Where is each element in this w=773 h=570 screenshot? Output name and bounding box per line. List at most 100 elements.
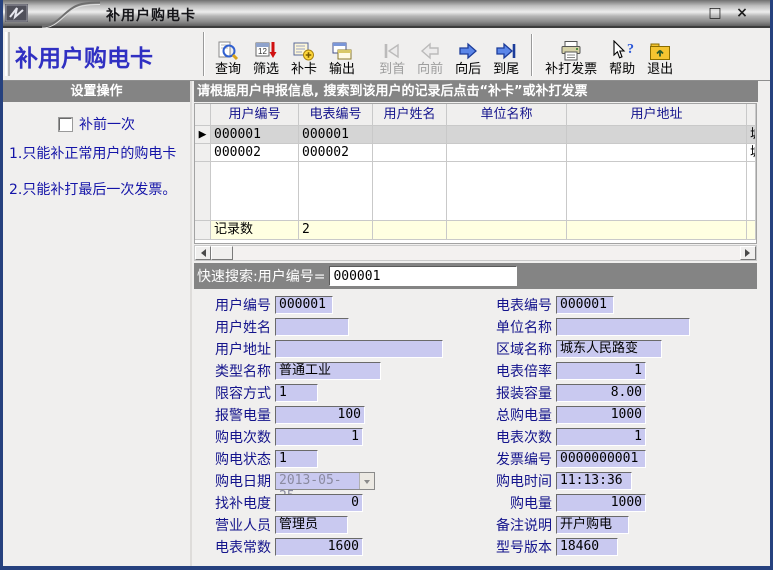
scroll-right-button[interactable] [740,246,756,260]
user-name-field[interactable] [275,318,349,336]
quick-search-input[interactable] [329,266,517,286]
form-row-meter-constant: 电表常数1600 [194,538,443,556]
table-cell: 000001 [211,126,299,144]
reprint-invoice-button[interactable]: 补打发票 [541,32,601,78]
purchase-time-field[interactable]: 11:13:36 [556,472,632,490]
form-row-purchase-date: 购电日期2013-05-25 [194,472,443,490]
maximize-button[interactable]: □ [704,4,726,22]
table-cell [567,144,747,162]
toolbar-button-label: 到首 [379,62,405,77]
purchase-count-field[interactable]: 1 [275,428,363,446]
exit-button[interactable]: 退出 [643,32,677,78]
toolbar: 补用户购电卡 查询12筛选补卡输出 到首向前向后到尾 补打发票 ?帮助退出 [3,28,770,81]
chevron-down-icon [364,480,370,487]
unit-name-field[interactable] [556,318,690,336]
user-address-field[interactable] [275,340,443,358]
table-row[interactable]: ▶000001000001城 [195,126,756,144]
total-purchased-label: 总购电量 [475,405,556,425]
model-version-field[interactable]: 18460 [556,538,618,556]
table-cell: 000002 [211,144,299,162]
content: 设置操作 补前一次 1.只能补正常用户的购电卡2.只能补打最后一次发票。 请根据… [3,81,770,566]
purchase-status-field[interactable]: 1 [275,450,318,468]
purchase-amount-field[interactable]: 1000 [556,494,646,512]
sidebar-note: 2.只能补打最后一次发票。 [9,179,176,199]
quick-search-label: 快速搜索:用户编号= [194,266,325,286]
type-name-field[interactable]: 普通工业 [275,362,381,380]
form-row-user-id: 用户编号000001 [194,296,443,314]
form-row-user-name: 用户姓名 [194,318,443,336]
go-next-button[interactable]: 向后 [451,32,485,78]
help-icon: ? [610,40,634,62]
sidebar: 设置操作 补前一次 1.只能补正常用户的购电卡2.只能补打最后一次发票。 [3,81,192,566]
query-button[interactable]: 查询 [211,32,245,78]
meter-constant-label: 电表常数 [194,537,275,557]
form-row-type-name: 类型名称普通工业 [194,362,443,380]
table-cell [447,126,567,144]
toolbar-grip [5,32,10,76]
alarm-power-label: 报警电量 [194,405,275,425]
filter-button[interactable]: 12筛选 [249,32,283,78]
scroll-left-button[interactable] [195,246,211,260]
area-name-field[interactable]: 城东人民路变 [556,340,662,358]
toolbar-buttons: 查询12筛选补卡输出 到首向前向后到尾 补打发票 ?帮助退出 [209,30,679,79]
purchase-date-dropdown: 2013-05-25 [275,472,375,490]
form-row-area-name: 区域名称城东人民路变 [475,340,690,358]
column-header: 单位名称 [447,104,567,126]
arrow-prev-icon [418,40,442,62]
capacity-limit-mode-label: 限容方式 [194,383,275,403]
user-id-label: 用户编号 [194,295,275,315]
area-name-label: 区域名称 [475,339,556,359]
total-purchased-field[interactable]: 1000 [556,406,646,424]
checkbox-unchecked-icon[interactable] [59,118,72,131]
model-version-label: 型号版本 [475,537,556,557]
reissue-previous-checkbox-row[interactable]: 补前一次 [59,114,135,134]
purchase-amount-label: 购电量 [475,493,556,513]
operator-label: 营业人员 [194,515,275,535]
titlebar-swoosh [42,0,100,28]
filter-icon: 12 [254,40,278,62]
form-row-adjust-power: 找补电度0 [194,494,443,512]
column-header: 用户姓名 [373,104,447,126]
adjust-power-field[interactable]: 0 [275,494,363,512]
toolbar-button-label: 向前 [417,62,443,77]
sidebar-note: 1.只能补正常用户的购电卡 [9,143,176,163]
user-id-field[interactable]: 000001 [275,296,333,314]
installed-capacity-field[interactable]: 8.00 [556,384,646,402]
capacity-limit-mode-field[interactable]: 1 [275,384,318,402]
toolbar-separator [203,32,205,76]
installed-capacity-label: 报装容量 [475,383,556,403]
meter-times-field[interactable]: 1 [556,428,646,446]
toolbar-button-label: 补打发票 [545,62,597,77]
form-row-remark: 备注说明开户购电 [475,516,690,534]
form-column-left: 用户编号000001用户姓名用户地址类型名称普通工业限容方式1报警电量100购电… [194,296,443,560]
remark-field[interactable]: 开户购电 [556,516,629,534]
page-title: 补用户购电卡 [15,39,197,73]
toolbar-button-label: 输出 [329,62,355,77]
row-selector [195,221,211,240]
table-row[interactable]: 000002000002城 [195,144,756,162]
help-button[interactable]: ?帮助 [605,32,639,78]
go-last-button[interactable]: 到尾 [489,32,523,78]
scrollbar-thumb[interactable] [211,246,233,260]
row-selector-header [195,104,211,126]
meter-id-field[interactable]: 000001 [556,296,614,314]
meter-ratio-field[interactable]: 1 [556,362,646,380]
go-prev-button: 向前 [413,32,447,78]
export-button[interactable]: 输出 [325,32,359,78]
toolbar-button-label: 到尾 [493,62,519,77]
toolbar-button-label: 向后 [455,62,481,77]
close-button[interactable]: × [731,4,753,22]
meter-constant-field[interactable]: 1600 [275,538,363,556]
export-icon [330,40,354,62]
table-cell [373,144,447,162]
column-header: 用户地址 [567,104,747,126]
adjust-power-label: 找补电度 [194,493,275,513]
alarm-power-field[interactable]: 100 [275,406,365,424]
reissue-card-button[interactable]: 补卡 [287,32,321,78]
toolbar-button-label: 退出 [647,62,673,77]
window-title: 补用户购电卡 [106,5,196,25]
printer-icon [559,40,583,62]
invoice-number-field[interactable]: 0000000001 [556,450,646,468]
horizontal-scrollbar[interactable] [194,245,757,261]
operator-field[interactable]: 管理员 [275,516,348,534]
